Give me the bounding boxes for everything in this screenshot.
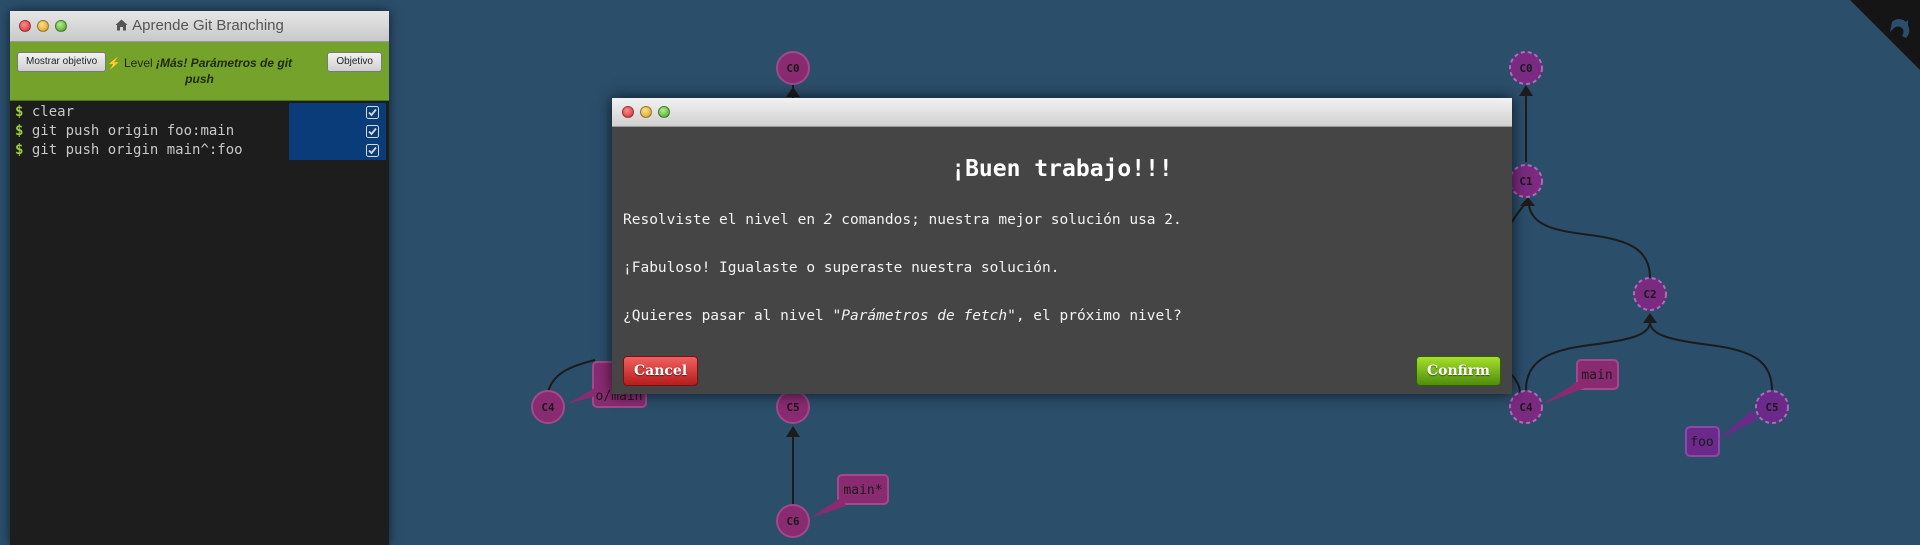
cancel-button[interactable]: Cancel — [623, 356, 699, 386]
next-level-line: ¿Quieres pasar al nivel "Parámetros de f… — [623, 308, 1182, 324]
edge-c5-c2-right — [1649, 321, 1773, 391]
commit-label: C4 — [541, 401, 555, 414]
commit-label: C5 — [786, 401, 799, 414]
command-string: git push origin main^:foo — [31, 142, 243, 158]
commit-label: C2 — [1643, 288, 1656, 301]
branch-tag-foo-right: foo — [1685, 410, 1758, 457]
praise-line: ¡Fabuloso! Igualaste o superaste nuestra… — [623, 260, 1060, 276]
command-row: $ clear — [10, 103, 389, 122]
confirm-button[interactable]: Confirm — [1415, 356, 1501, 386]
command-text: $ git push origin foo:main — [15, 123, 234, 139]
edge-c2-c1-right — [1527, 199, 1651, 279]
commit-c2-right: C2 — [1633, 277, 1667, 311]
commit-label: C0 — [786, 62, 799, 75]
commit-c4-left: C4 — [531, 390, 565, 424]
command-panel: Aprende Git Branching Mostrar objetivo ⚡… — [10, 11, 389, 545]
edge-c4-left-up — [547, 359, 596, 394]
modal-titlebar — [612, 98, 1512, 127]
branch-label: foo — [1690, 435, 1713, 450]
commit-c0-left: C0 — [776, 51, 810, 85]
edge-c4-c2-arrow — [1643, 313, 1657, 323]
command-row: $ git push origin foo:main — [10, 122, 389, 141]
result-line: Resolviste el nivel en 2 comandos; nuest… — [623, 212, 1182, 228]
level-complete-modal: ¡Buen trabajo!!! Resolviste el nivel en … — [612, 98, 1512, 394]
commit-c5-left: C5 — [776, 390, 810, 424]
commit-label: C1 — [1519, 175, 1533, 188]
commit-c4-right: C4 — [1509, 390, 1543, 424]
next-level-text-b: , el próximo nivel? — [1015, 308, 1182, 324]
commit-c6-left: C6 — [776, 504, 810, 538]
app-stage: C0 C4 C5 C6 o/main main* C0 C1 C2 C4 C5 … — [0, 0, 1920, 545]
level-bar: Mostrar objetivo ⚡ Level ¡Más! Parámetro… — [10, 42, 389, 101]
command-string: clear — [31, 104, 75, 120]
check-icon — [366, 125, 379, 138]
commit-label: C0 — [1519, 62, 1532, 75]
level-name: ¡Más! Parámetros de git push — [156, 56, 293, 86]
edge-c4-right-side — [1511, 374, 1521, 394]
level-info: ⚡ Level ¡Más! Parámetros de git push — [106, 56, 293, 87]
branch-label: main — [1581, 368, 1612, 383]
modal-minimize-button[interactable] — [640, 106, 652, 118]
command-string: git push origin foo:main — [31, 123, 235, 139]
commit-label: C4 — [1519, 401, 1533, 414]
branch-tag-main-star: main* — [810, 474, 889, 518]
level-prefix: Level — [123, 56, 153, 70]
modal-close-button[interactable] — [622, 106, 634, 118]
modal-maximize-button[interactable] — [658, 106, 670, 118]
edge-c1-right-lower — [1511, 204, 1525, 223]
edge-c2-c1-arrow — [1520, 197, 1535, 206]
check-icon — [366, 106, 379, 119]
modal-window-controls — [622, 106, 670, 118]
branch-label: main* — [843, 483, 882, 498]
edge-c6-c5-arrow — [786, 426, 800, 437]
show-goal-button[interactable]: Mostrar objetivo — [17, 52, 107, 72]
command-history: $ clear $ git push origin foo:main $ git… — [10, 101, 389, 160]
branch-tag-main-right: main — [1543, 359, 1619, 404]
commit-c0-right: C0 — [1509, 51, 1543, 85]
commit-label: C6 — [786, 515, 800, 528]
command-text: $ clear — [15, 104, 74, 120]
prompt-symbol: $ — [15, 123, 24, 139]
prompt-symbol: $ — [15, 142, 24, 158]
objective-button[interactable]: Objetivo — [327, 52, 382, 72]
result-count: 2 — [823, 212, 833, 228]
bolt-icon: ⚡ — [106, 58, 121, 70]
panel-title: Aprende Git Branching — [10, 17, 389, 34]
next-level-name: "Parámetros de fetch" — [832, 308, 1016, 324]
edge-c1-c0-arrow — [1519, 85, 1533, 96]
commit-label: C5 — [1765, 401, 1778, 414]
modal-heading: ¡Buen trabajo!!! — [951, 156, 1173, 182]
edge-c0-left-arrow — [786, 87, 800, 97]
commit-c5-right: C5 — [1755, 390, 1789, 424]
result-text-b: comandos; nuestra mejor solución usa 2. — [832, 212, 1182, 228]
commit-c1-right: C1 — [1509, 164, 1543, 198]
command-row: $ git push origin main^:foo — [10, 141, 389, 160]
command-text: $ git push origin main^:foo — [15, 142, 243, 158]
next-level-text-a: ¿Quieres pasar al nivel — [623, 308, 833, 324]
panel-title-text: Aprende Git Branching — [132, 17, 284, 34]
prompt-symbol: $ — [15, 104, 24, 120]
result-text-a: Resolviste el nivel en — [623, 212, 824, 228]
home-icon — [115, 19, 128, 31]
panel-titlebar: Aprende Git Branching — [10, 11, 389, 42]
github-corner-icon[interactable] — [1850, 0, 1920, 70]
check-icon — [366, 144, 379, 157]
